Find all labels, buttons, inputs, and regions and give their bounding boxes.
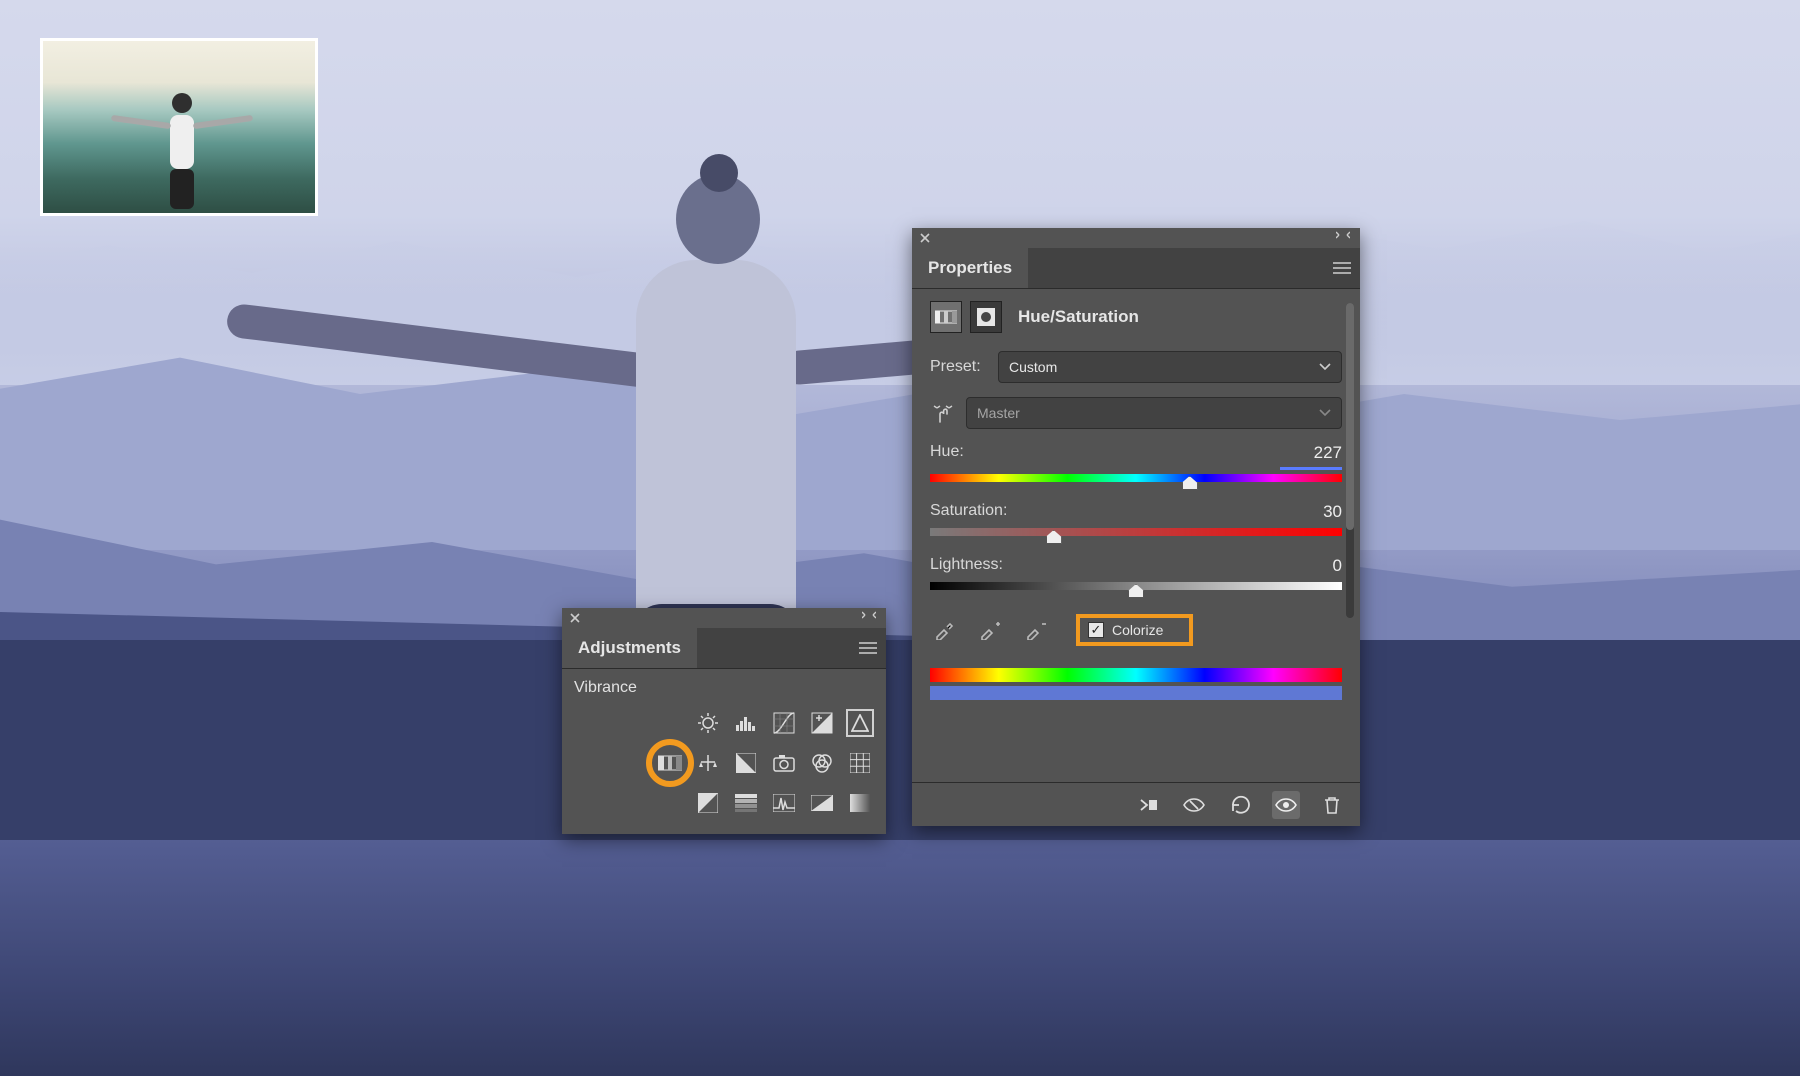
- colorize-checkbox[interactable]: ✓: [1088, 622, 1104, 638]
- color-spectrum[interactable]: [930, 668, 1342, 700]
- preset-select[interactable]: Custom: [998, 351, 1342, 383]
- panel-menu-icon[interactable]: [1324, 248, 1360, 288]
- hue-label: Hue:: [930, 443, 964, 463]
- adjustments-panel[interactable]: Adjustments Vibrance: [562, 608, 886, 834]
- threshold-icon[interactable]: [770, 789, 798, 817]
- saturation-value[interactable]: 30: [1323, 502, 1342, 522]
- levels-icon[interactable]: [732, 709, 760, 737]
- tab-properties[interactable]: Properties: [912, 248, 1028, 288]
- invert-icon[interactable]: [694, 789, 722, 817]
- eyedropper-subtract-icon[interactable]: [1022, 616, 1050, 644]
- brightness-contrast-icon[interactable]: [694, 709, 722, 737]
- before-thumbnail: [40, 38, 318, 216]
- black-white-icon[interactable]: [732, 749, 760, 777]
- lightness-slider[interactable]: [930, 582, 1342, 596]
- channel-select[interactable]: Master: [966, 397, 1342, 429]
- gradient-map-icon[interactable]: [808, 789, 836, 817]
- panel-titlebar[interactable]: [912, 228, 1360, 248]
- clip-to-layer-icon[interactable]: [1134, 791, 1162, 819]
- eyedropper-icon[interactable]: [930, 616, 958, 644]
- targeted-adjust-icon[interactable]: [930, 400, 956, 426]
- photo-filter-icon[interactable]: [770, 749, 798, 777]
- colorize-highlight: ✓ Colorize: [1076, 614, 1193, 646]
- mask-badge-icon[interactable]: [970, 301, 1002, 333]
- saturation-label: Saturation:: [930, 502, 1007, 522]
- trash-icon[interactable]: [1318, 791, 1346, 819]
- color-balance-icon[interactable]: [694, 749, 722, 777]
- lightness-label: Lightness:: [930, 556, 1003, 576]
- saturation-slider[interactable]: [930, 528, 1342, 542]
- value-underline: [1280, 467, 1342, 470]
- chevron-down-icon: [1319, 363, 1331, 371]
- properties-panel[interactable]: Properties Hue/Saturation Preset: Custom…: [912, 228, 1360, 826]
- adjustment-type-label: Hue/Saturation: [1018, 307, 1139, 327]
- selective-color-icon[interactable]: [846, 789, 874, 817]
- view-previous-icon[interactable]: [1180, 791, 1208, 819]
- reset-icon[interactable]: [1226, 791, 1254, 819]
- hue-value[interactable]: 227: [1314, 443, 1342, 463]
- panel-scrollbar[interactable]: [1346, 303, 1354, 618]
- color-lookup-icon[interactable]: [846, 749, 874, 777]
- eyedropper-add-icon[interactable]: [976, 616, 1004, 644]
- visibility-icon[interactable]: [1272, 791, 1300, 819]
- chevron-down-icon: [1319, 409, 1331, 417]
- tab-adjustments[interactable]: Adjustments: [562, 628, 697, 668]
- channel-mixer-icon[interactable]: [808, 749, 836, 777]
- adjustment-badge-icon[interactable]: [930, 301, 962, 333]
- curves-icon[interactable]: [770, 709, 798, 737]
- lightness-value[interactable]: 0: [1333, 556, 1342, 576]
- posterize-icon[interactable]: [732, 789, 760, 817]
- panel-titlebar[interactable]: [562, 608, 886, 628]
- collapse-icon[interactable]: [1336, 231, 1354, 245]
- hue-saturation-icon[interactable]: [656, 749, 684, 777]
- panel-menu-icon[interactable]: [850, 628, 886, 668]
- close-icon[interactable]: [568, 611, 582, 625]
- preset-label: Preset:: [930, 358, 988, 376]
- vibrance-icon[interactable]: [846, 709, 874, 737]
- close-icon[interactable]: [918, 231, 932, 245]
- exposure-icon[interactable]: [808, 709, 836, 737]
- colorize-label: Colorize: [1112, 622, 1163, 638]
- hue-slider[interactable]: [930, 474, 1342, 488]
- adjustment-hover-label: Vibrance: [574, 679, 874, 697]
- collapse-icon[interactable]: [862, 611, 880, 625]
